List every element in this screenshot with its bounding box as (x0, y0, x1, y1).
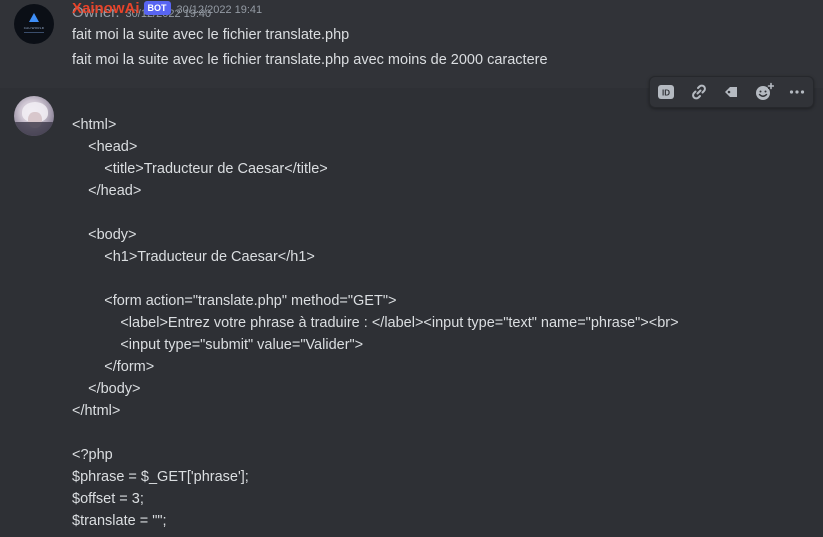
message-actions-toolbar: ID (649, 76, 814, 108)
more-icon[interactable] (785, 80, 809, 104)
logo-icon (29, 13, 39, 22)
message-header: XainowAi BOT 30/12/2022 19:41 (72, 0, 262, 18)
code-line: <html> (72, 117, 117, 133)
link-icon[interactable] (687, 80, 711, 104)
code-line: </form> (72, 359, 155, 375)
code-line: <?php (72, 447, 113, 463)
code-line: <input type="submit" value="Valider"> (72, 337, 364, 353)
message-text: fait moi la suite avec le fichier transl… (72, 27, 350, 43)
chat-messages: CALIWORLD Owner.30/12/2022 19:40 fait mo… (0, 0, 823, 537)
avatar[interactable]: CALIWORLD (14, 4, 54, 44)
bot-badge: BOT (143, 1, 171, 15)
code-line: <h1>Traducteur de Caesar</h1> (72, 249, 315, 265)
avatar-shadow (14, 122, 54, 136)
add-reaction-icon[interactable] (752, 80, 776, 104)
timestamp[interactable]: 30/12/2022 19:41 (177, 4, 263, 16)
avatar-logo-text: CALIWORLD (23, 26, 45, 30)
id-label: ID (662, 89, 670, 98)
code-line: <title>Traducteur de Caesar</title> (72, 161, 328, 177)
app-id-icon[interactable]: ID (654, 80, 678, 104)
code-line: </body> (72, 381, 141, 397)
tag-icon[interactable] (719, 80, 743, 104)
code-line: <body> (72, 227, 137, 243)
code-line: <form action="translate.php" method="GET… (72, 293, 397, 309)
code-line: <head> (72, 139, 138, 155)
avatar[interactable] (14, 96, 54, 136)
logo-divider (24, 32, 44, 33)
code-line: </html> (72, 403, 121, 419)
code-line: $offset = 3; (72, 491, 144, 507)
code-line: $phrase = $_GET['phrase']; (72, 469, 249, 485)
username[interactable]: XainowAi (72, 0, 140, 17)
message-text: fait moi la suite avec le fichier transl… (72, 52, 548, 68)
code-line: $translate = ""; (72, 513, 167, 529)
code-line: <label>Entrez votre phrase à traduire : … (72, 315, 679, 331)
code-line: </head> (72, 183, 142, 199)
